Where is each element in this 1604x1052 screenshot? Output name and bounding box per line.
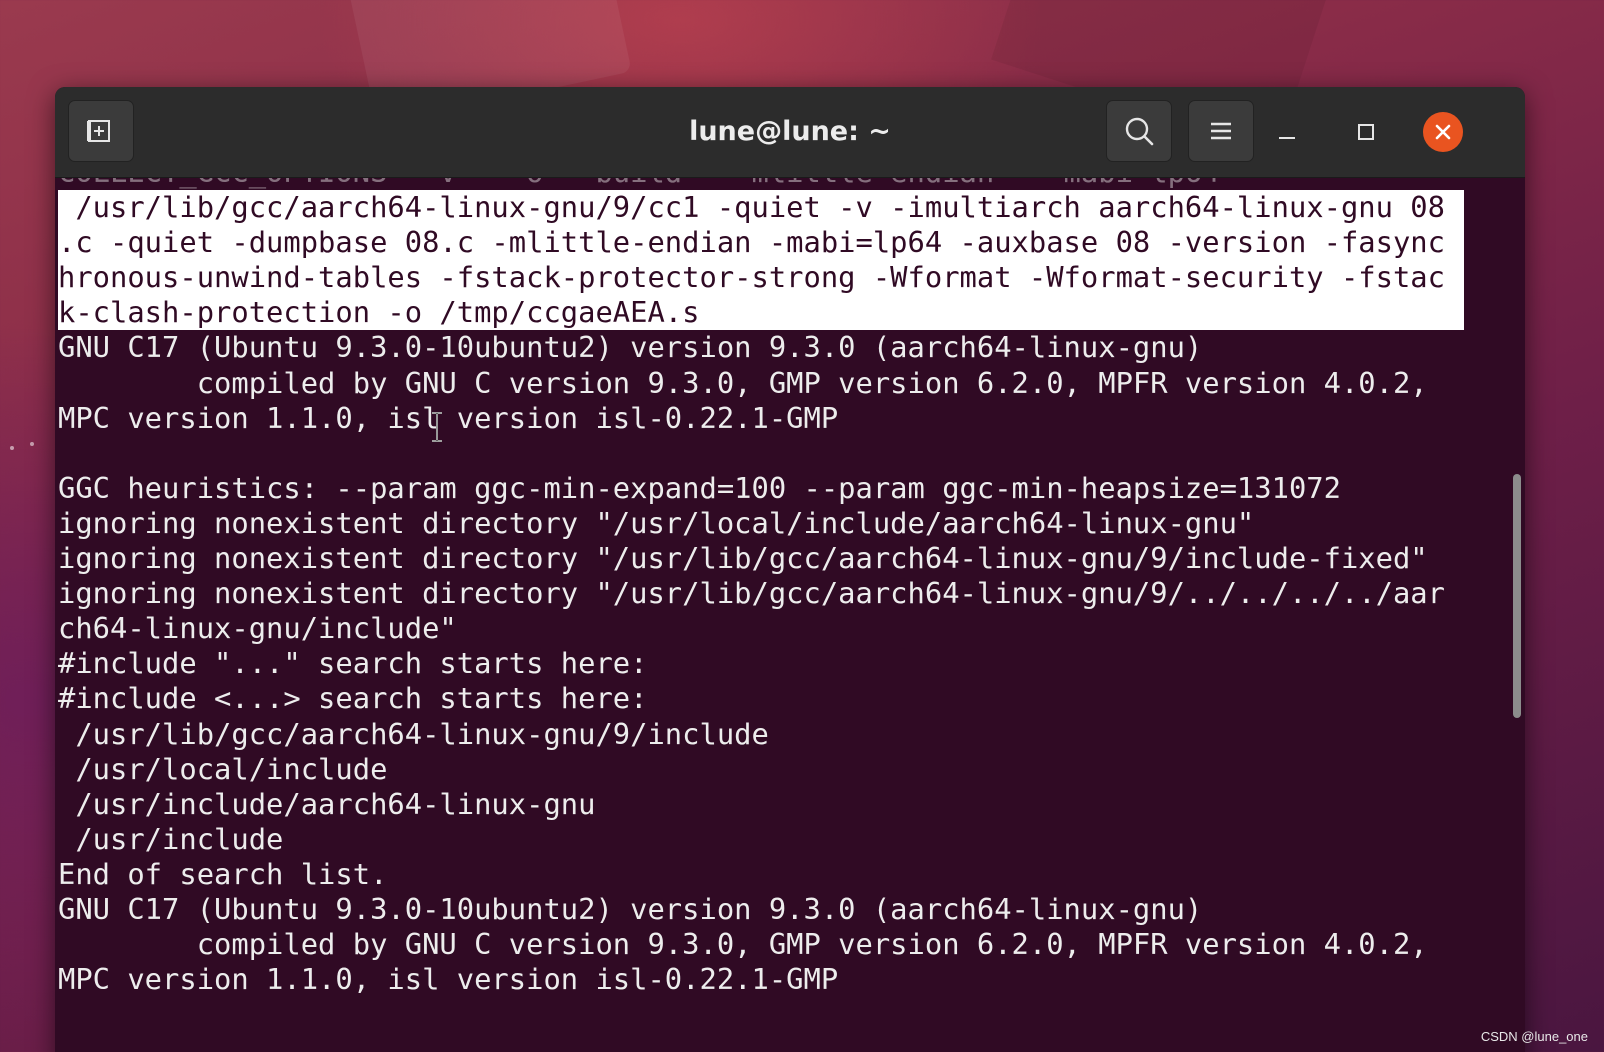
text-cursor-icon <box>432 412 442 442</box>
terminal-line: GNU C17 (Ubuntu 9.3.0-10ubuntu2) version… <box>58 891 1203 926</box>
selected-terminal-line: hronous-unwind-tables -fstack-protector-… <box>58 260 1464 296</box>
maximize-icon <box>1358 124 1374 140</box>
search-icon <box>1125 117 1154 146</box>
close-icon <box>1435 124 1451 140</box>
close-button[interactable] <box>1423 112 1463 152</box>
selected-terminal-line: k-clash-protection -o /tmp/ccgaeAEA.s <box>58 295 1464 331</box>
terminal-line: End of search list. <box>58 856 388 891</box>
terminal-line: MPC version 1.1.0, isl version isl-0.22.… <box>58 962 839 997</box>
search-button[interactable] <box>1106 100 1172 162</box>
terminal-line: #include <...> search starts here: <box>58 681 648 716</box>
terminal-window: lune@lune: ~ /usr/lib/gcc/aarch64-linux-… <box>55 87 1525 1052</box>
terminal-line: GGC heuristics: --param ggc-min-expand=1… <box>58 470 1341 505</box>
new-tab-icon <box>87 120 110 142</box>
terminal-line: ch64-linux-gnu/include" <box>58 611 457 646</box>
wallpaper-dots <box>8 440 48 460</box>
terminal-lines: COLLECT_GCC_OPTIONS='-v' '-o' 'build' '-… <box>58 178 1464 997</box>
new-tab-button[interactable] <box>68 100 134 162</box>
hamburger-menu-icon <box>1211 122 1231 140</box>
minimize-icon <box>1279 137 1295 139</box>
selected-terminal-line: .c -quiet -dumpbase 08.c -mlittle-endian… <box>58 225 1464 261</box>
terminal-line: compiled by GNU C version 9.3.0, GMP ver… <box>58 365 1428 400</box>
terminal-output[interactable]: COLLECT_GCC_OPTIONS='-v' '-o' 'build' '-… <box>55 178 1525 1052</box>
terminal-line: /usr/local/include <box>58 751 388 786</box>
header-bar[interactable]: lune@lune: ~ <box>55 87 1525 178</box>
terminal-line: ignoring nonexistent directory "/usr/loc… <box>58 505 1255 540</box>
terminal-line: /usr/include/aarch64-linux-gnu <box>58 786 596 821</box>
terminal-line: compiled by GNU C version 9.3.0, GMP ver… <box>58 927 1428 962</box>
terminal-line: GNU C17 (Ubuntu 9.3.0-10ubuntu2) version… <box>58 330 1203 365</box>
terminal-line: #include "..." search starts here: <box>58 646 648 681</box>
terminal-line: COLLECT_GCC_OPTIONS='-v' '-o' 'build' '-… <box>58 178 1464 190</box>
scrollbar[interactable] <box>1513 474 1521 718</box>
terminal-line: MPC version 1.1.0, isl version isl-0.22.… <box>58 400 839 435</box>
watermark-text: CSDN @lune_one <box>1480 1029 1588 1044</box>
menu-button[interactable] <box>1188 100 1254 162</box>
terminal-line: /usr/include <box>58 821 284 856</box>
maximize-button[interactable] <box>1346 112 1386 152</box>
selected-terminal-line: /usr/lib/gcc/aarch64-linux-gnu/9/cc1 -qu… <box>58 190 1464 226</box>
terminal-line: ignoring nonexistent directory "/usr/lib… <box>58 576 1445 611</box>
terminal-line: /usr/lib/gcc/aarch64-linux-gnu/9/include <box>58 716 769 751</box>
terminal-line: ignoring nonexistent directory "/usr/lib… <box>58 541 1428 576</box>
minimize-button[interactable] <box>1267 112 1307 152</box>
